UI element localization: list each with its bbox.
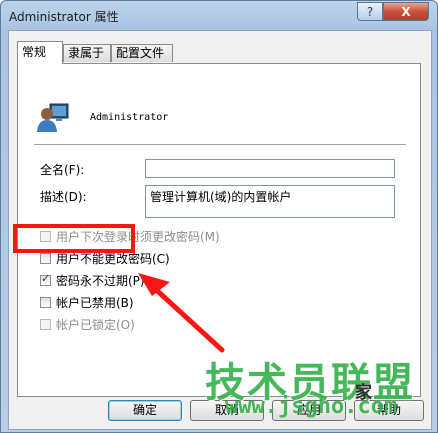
cancel-button[interactable]: 取消 <box>190 400 264 421</box>
checkbox-account-disabled[interactable]: 帐户已禁用(B) <box>40 294 134 310</box>
tab-member-of[interactable]: 隶属于 <box>63 44 111 62</box>
divider <box>34 144 406 146</box>
username-text: Administrator <box>90 112 169 123</box>
tab-profile[interactable]: 配置文件 <box>111 44 173 62</box>
fullname-input[interactable] <box>145 159 395 178</box>
help-button[interactable]: 帮助 <box>354 400 424 421</box>
user-icon <box>37 103 69 132</box>
properties-window: Administrator 属性 ? X 常规 隶属于 配置文件 Adminis… <box>0 0 438 433</box>
window-title: Administrator 属性 <box>9 10 119 24</box>
checkbox-account-locked[interactable]: 帐户已锁定(O) <box>40 316 135 332</box>
checkbox-label: 密码永不过期(P) <box>56 273 145 288</box>
apply-button[interactable]: 应用 <box>272 400 346 421</box>
title-bar[interactable]: Administrator 属性 ? X <box>1 1 437 31</box>
fullname-label: 全名(F): <box>40 163 85 177</box>
checkbox-label: 帐户已锁定(O) <box>56 317 135 332</box>
help-icon: ? <box>366 4 374 19</box>
tab-general[interactable]: 常规 <box>17 41 63 64</box>
description-label: 描述(D): <box>40 190 87 204</box>
title-help-button[interactable]: ? <box>357 2 383 21</box>
ok-button[interactable]: 确定 <box>108 400 182 421</box>
description-input[interactable]: 管理计算机(域)的内置帐户 <box>145 185 395 218</box>
checkbox-box[interactable] <box>40 252 51 264</box>
close-icon: X <box>401 4 411 19</box>
checkbox-password-never-expires[interactable]: 密码永不过期(P) <box>40 272 145 288</box>
close-button[interactable]: X <box>383 2 429 21</box>
checkbox-box[interactable] <box>40 296 51 308</box>
checkbox-label: 帐户已禁用(B) <box>56 295 134 310</box>
checkbox-box[interactable] <box>40 318 51 330</box>
checkbox-box-checked[interactable] <box>40 272 51 286</box>
highlight-box <box>13 224 135 253</box>
